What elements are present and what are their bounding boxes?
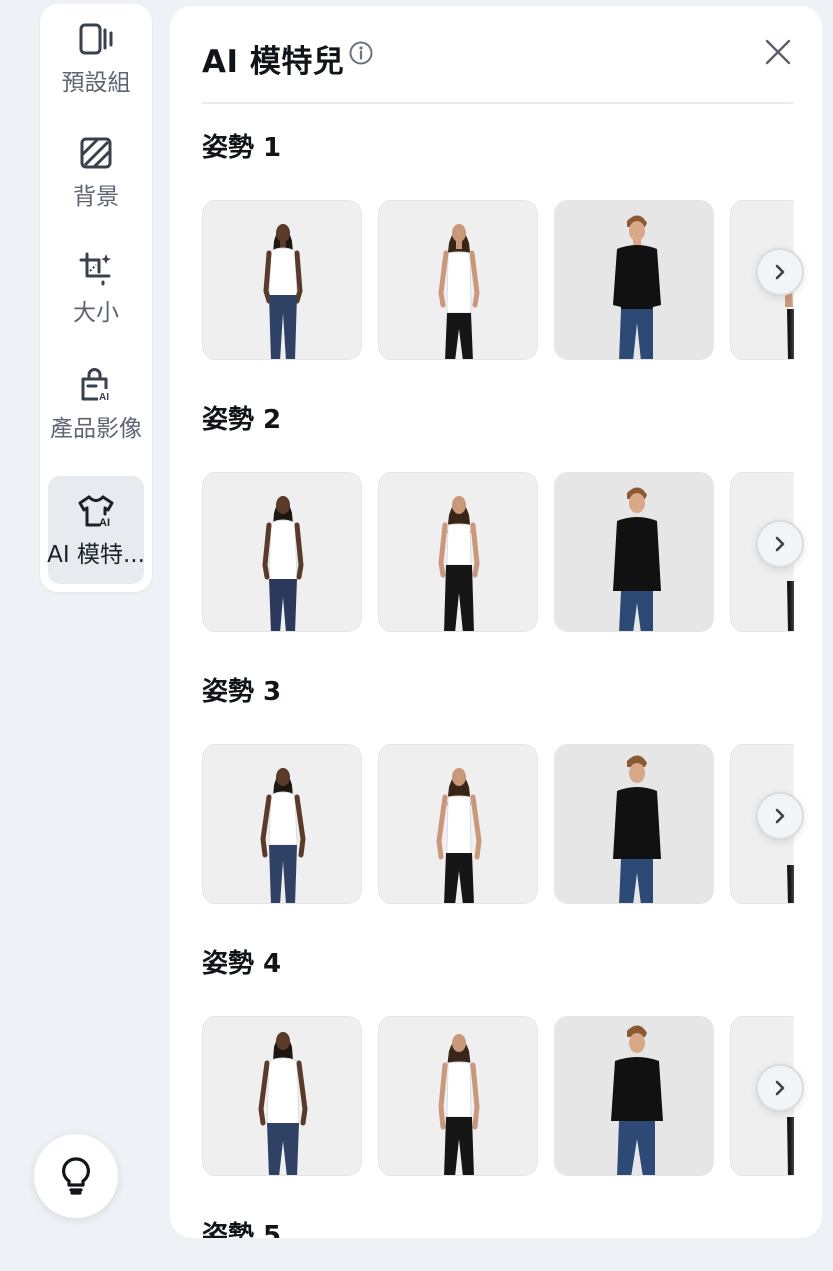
- rail-item-resize[interactable]: 大小: [48, 234, 144, 342]
- model-image: [379, 473, 537, 631]
- preset-icon: [76, 19, 116, 59]
- model-card[interactable]: [202, 200, 362, 360]
- model-card[interactable]: [202, 472, 362, 632]
- info-icon[interactable]: [348, 40, 374, 66]
- model-card[interactable]: [202, 1016, 362, 1176]
- close-icon[interactable]: [762, 36, 794, 68]
- resize-icon: [76, 249, 116, 289]
- pose-section: 姿勢 1: [202, 128, 822, 362]
- section-title: 姿勢 2: [202, 405, 282, 435]
- pose-section: 姿勢 5: [202, 1216, 822, 1238]
- model-image: [555, 745, 713, 903]
- chevron-right-icon: [775, 808, 785, 824]
- section-title: 姿勢 4: [202, 949, 282, 979]
- product-image-ai-icon: AI: [76, 365, 116, 405]
- model-image: [555, 1017, 713, 1175]
- rail-item-label: 背景: [73, 184, 119, 210]
- rail-item-label: 產品影像: [50, 416, 142, 442]
- model-card[interactable]: [202, 744, 362, 904]
- model-card[interactable]: [554, 1016, 714, 1176]
- carousel-next-button[interactable]: [756, 792, 804, 840]
- model-card[interactable]: [554, 744, 714, 904]
- pose-section: 姿勢 2: [202, 400, 822, 634]
- model-image: [379, 201, 537, 359]
- carousel-next-button[interactable]: [756, 1064, 804, 1112]
- carousel-next-button[interactable]: [756, 248, 804, 296]
- rail-item-background[interactable]: 背景: [48, 118, 144, 226]
- rail-item-presets[interactable]: 預設組: [48, 4, 144, 112]
- model-carousel: [202, 200, 794, 362]
- model-image: [555, 201, 713, 359]
- tips-button[interactable]: [34, 1134, 118, 1218]
- model-image: [379, 1017, 537, 1175]
- model-carousel: [202, 1016, 794, 1178]
- section-title: 姿勢 5: [202, 1221, 282, 1238]
- model-image: [203, 1017, 361, 1175]
- rail-item-ai-model[interactable]: AI AI 模特...: [47, 476, 145, 584]
- model-image: [203, 745, 361, 903]
- svg-text:AI: AI: [99, 517, 110, 528]
- chevron-right-icon: [775, 1080, 785, 1096]
- model-image: [379, 745, 537, 903]
- model-card[interactable]: [554, 472, 714, 632]
- page-title: AI 模特兒: [202, 44, 345, 80]
- divider: [202, 102, 794, 104]
- ai-model-shirt-icon: AI: [76, 491, 116, 531]
- model-card[interactable]: [378, 200, 538, 360]
- carousel-next-button[interactable]: [756, 520, 804, 568]
- pose-section: 姿勢 4: [202, 944, 822, 1178]
- model-image: [203, 473, 361, 631]
- background-icon: [76, 133, 116, 173]
- rail-item-label: 大小: [73, 300, 119, 326]
- lightbulb-icon: [62, 1157, 90, 1195]
- svg-text:AI: AI: [99, 392, 109, 403]
- chevron-right-icon: [775, 264, 785, 280]
- model-card[interactable]: [378, 472, 538, 632]
- rail-item-label: 預設組: [61, 70, 131, 96]
- model-image: [203, 201, 361, 359]
- left-tool-rail: 預設組 背景 大小 AI 產品影像 AI AI 模特...: [40, 4, 152, 592]
- ai-model-panel: AI 模特兒 姿勢 1 姿勢 2 姿勢 3 姿勢 4 姿勢 5: [170, 6, 822, 1238]
- model-carousel: [202, 472, 794, 634]
- section-title: 姿勢 3: [202, 677, 282, 707]
- rail-item-label: AI 模特...: [47, 542, 145, 568]
- model-image: [555, 473, 713, 631]
- section-title: 姿勢 1: [202, 133, 282, 163]
- model-carousel: [202, 744, 794, 906]
- model-card[interactable]: [554, 200, 714, 360]
- pose-section: 姿勢 3: [202, 672, 822, 906]
- model-card[interactable]: [378, 744, 538, 904]
- rail-item-product-image[interactable]: AI 產品影像: [48, 350, 144, 458]
- chevron-right-icon: [775, 536, 785, 552]
- model-card[interactable]: [378, 1016, 538, 1176]
